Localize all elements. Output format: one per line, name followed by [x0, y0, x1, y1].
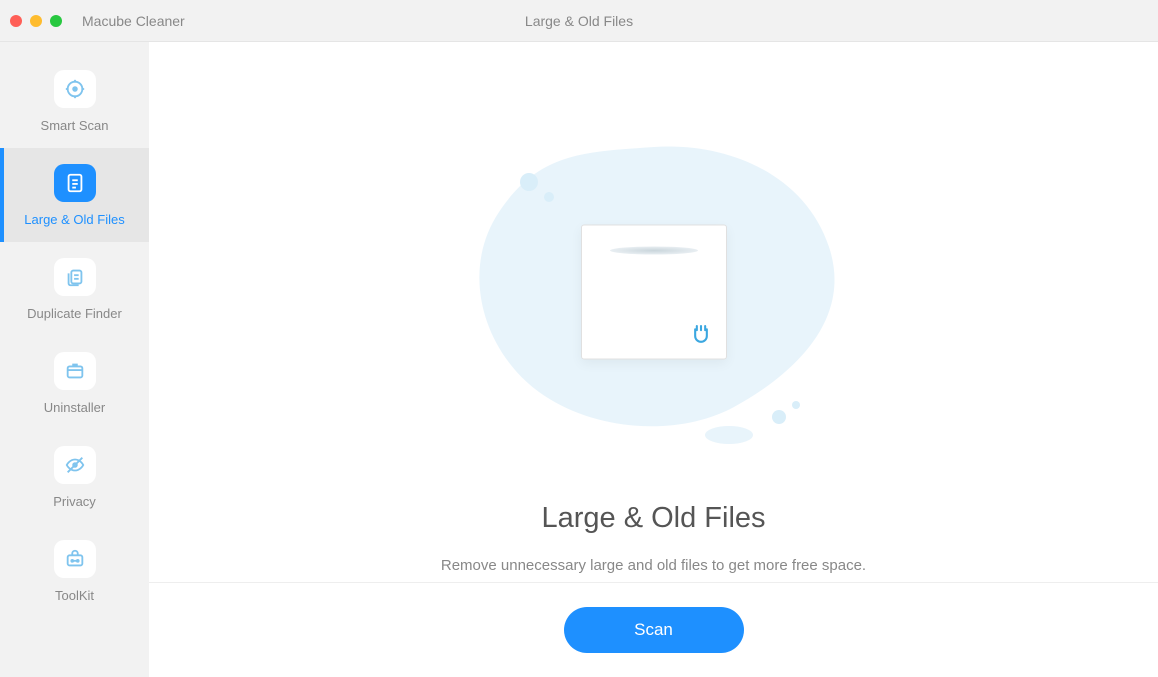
sidebar-item-toolkit[interactable]: ToolKit	[0, 524, 149, 618]
minimize-window-icon[interactable]	[30, 15, 42, 27]
sidebar-item-duplicate-finder[interactable]: Duplicate Finder	[0, 242, 149, 336]
eye-off-icon	[54, 446, 96, 484]
sidebar-item-smart-scan[interactable]: Smart Scan	[0, 54, 149, 148]
sidebar-item-privacy[interactable]: Privacy	[0, 430, 149, 524]
window-title: Large & Old Files	[525, 13, 633, 29]
scan-button[interactable]: Scan	[564, 607, 744, 653]
app-name: Macube Cleaner	[82, 13, 185, 29]
file-box-icon	[581, 225, 727, 360]
sidebar-item-label: Duplicate Finder	[27, 306, 122, 321]
target-icon	[54, 70, 96, 108]
sidebar-item-uninstaller[interactable]: Uninstaller	[0, 336, 149, 430]
sidebar-item-label: ToolKit	[55, 588, 94, 603]
window-controls	[10, 15, 62, 27]
footer: Scan	[149, 582, 1158, 677]
page-heading: Large & Old Files	[541, 502, 765, 535]
sidebar-item-large-old-files[interactable]: Large & Old Files	[0, 148, 149, 242]
main-content: Large & Old Files Remove unnecessary lar…	[149, 42, 1158, 677]
sidebar-item-label: Uninstaller	[44, 400, 105, 415]
titlebar: Macube Cleaner Large & Old Files	[0, 0, 1158, 42]
close-window-icon[interactable]	[10, 15, 22, 27]
sidebar-item-label: Privacy	[53, 494, 96, 509]
app-logo-icon	[691, 324, 711, 344]
sidebar-item-label: Large & Old Files	[24, 212, 124, 227]
sidebar: Smart Scan Large & Old Files Duplicate F…	[0, 42, 149, 677]
illustration	[434, 117, 874, 447]
file-list-icon	[54, 164, 96, 202]
maximize-window-icon[interactable]	[50, 15, 62, 27]
toolkit-icon	[54, 540, 96, 578]
page-subtitle: Remove unnecessary large and old files t…	[441, 557, 866, 574]
duplicate-icon	[54, 258, 96, 296]
sidebar-item-label: Smart Scan	[41, 118, 109, 133]
uninstaller-icon	[54, 352, 96, 390]
